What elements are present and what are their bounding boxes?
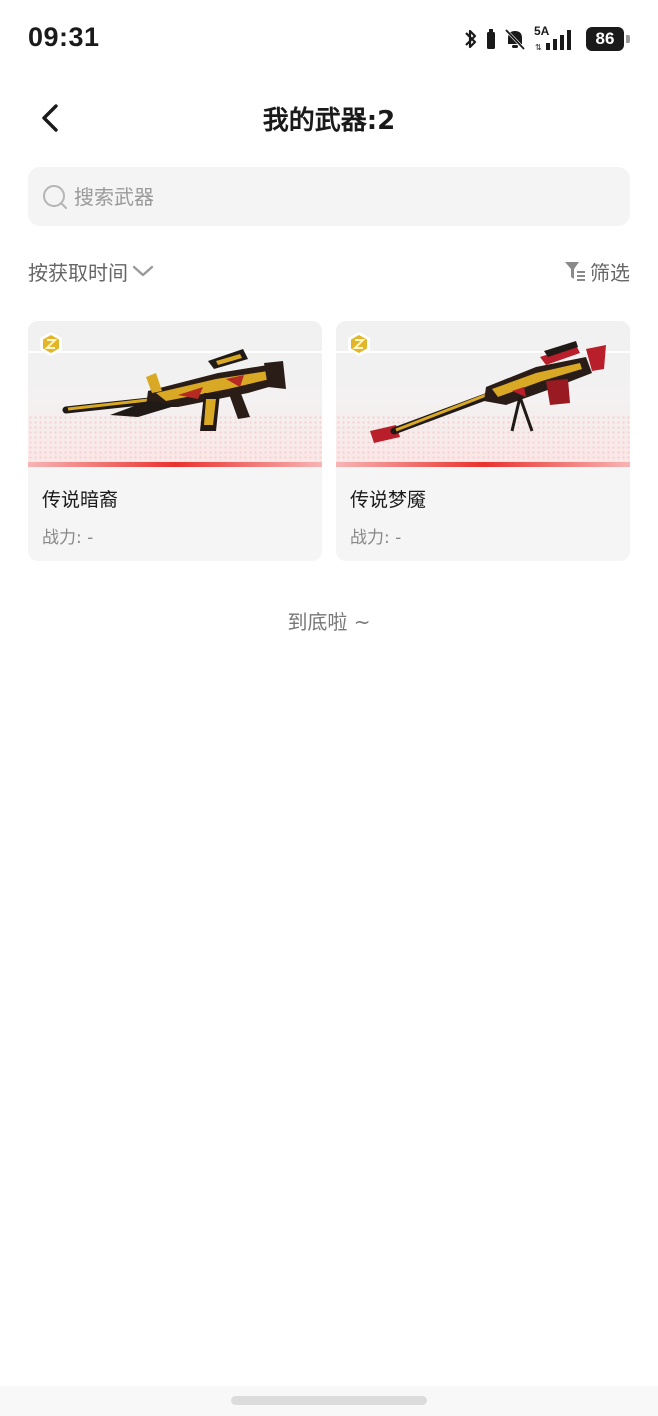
weapon-name: 传说暗裔 [42, 489, 119, 511]
status-icons: 5A ⇅ 86 [464, 24, 630, 52]
weapon-power: 战力: - [350, 528, 402, 548]
battery-level: 86 [586, 27, 624, 51]
chevron-down-icon [132, 265, 154, 277]
filter-button[interactable]: 筛选 [564, 256, 630, 286]
svg-text:⇅: ⇅ [535, 43, 542, 52]
sort-dropdown[interactable]: 按获取时间 [28, 256, 154, 286]
sort-label: 按获取时间 [28, 260, 128, 285]
filter-icon [565, 262, 585, 281]
page-title: 我的武器:2 [262, 106, 396, 136]
battery-saver-icon [487, 29, 495, 49]
search-input[interactable] [74, 184, 594, 209]
status-time: 09:31 [28, 22, 100, 52]
weapon-card[interactable]: 传说暗裔 战力: - [28, 321, 322, 561]
weapon-power: 战力: - [42, 528, 94, 548]
end-of-list-text: 到底啦 ~ [287, 610, 371, 634]
weapon-grid: 传说暗裔 战力: - 传说梦魇 战力: - [28, 321, 630, 561]
weapon-name: 传说梦魇 [350, 489, 427, 511]
bluetooth-icon [465, 29, 477, 49]
mute-bell-icon [504, 28, 526, 51]
sniper-rifle-image [370, 341, 606, 443]
weapon-image [336, 321, 630, 467]
signal-icon: ⇅ [535, 30, 571, 52]
battery-icon: 86 [586, 27, 630, 51]
search-icon [43, 184, 67, 209]
battery-tip [626, 35, 630, 43]
filter-label: 筛选 [590, 260, 630, 285]
status-bar: 09:31 5A ⇅ 86 [0, 0, 658, 78]
weapon-image [28, 321, 322, 467]
search-box[interactable] [28, 167, 630, 226]
home-indicator[interactable] [231, 1396, 427, 1405]
header: 我的武器:2 [0, 88, 658, 148]
cellular-signal: 5A ⇅ [534, 24, 578, 52]
assault-rifle-image [62, 349, 286, 431]
weapon-card[interactable]: 传说梦魇 战力: - [336, 321, 630, 561]
